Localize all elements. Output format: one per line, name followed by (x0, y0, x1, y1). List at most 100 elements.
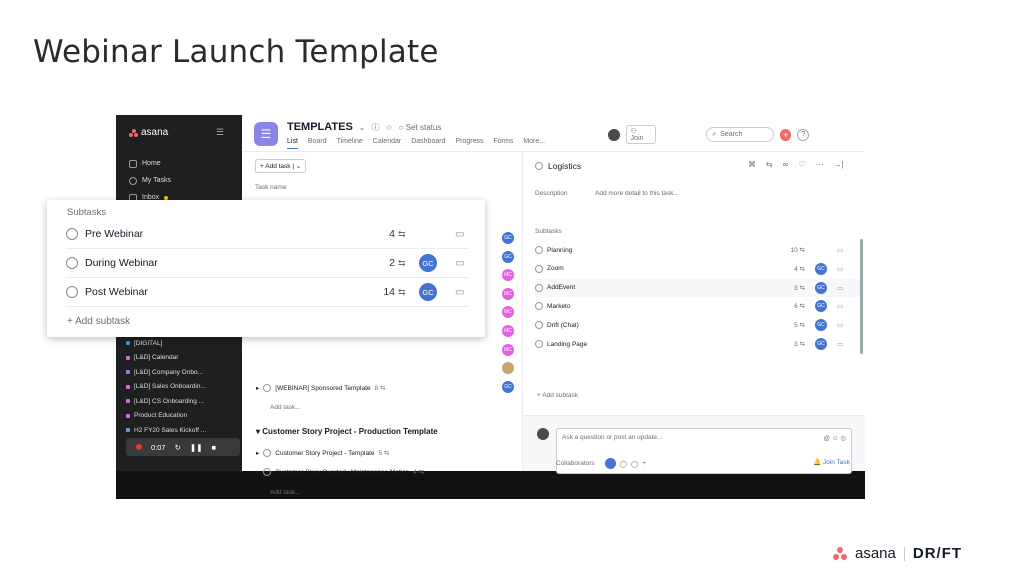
sidebar-item-my-tasks[interactable]: My Tasks (129, 172, 171, 189)
expand-icon[interactable]: ▸ (256, 384, 259, 392)
assignee-avatar[interactable]: MC (502, 324, 514, 337)
assignee-avatar[interactable] (502, 362, 514, 375)
check-icon[interactable] (535, 340, 543, 348)
check-icon[interactable] (535, 264, 543, 273)
tab-dashboard[interactable]: Dashboard (411, 138, 445, 149)
sidebar-item-project[interactable]: Product Education (126, 409, 238, 424)
task-row[interactable]: ▸ [WEBINAR] Sponsored Template 8 ⇆ (256, 384, 385, 392)
join-button[interactable]: ⚇ Join (625, 125, 656, 144)
join-task-button[interactable]: 🔔 Join Task (813, 458, 850, 466)
sidebar-item-project[interactable]: [L&D] Sales Onboardin... (126, 380, 238, 395)
assignee-avatar[interactable]: MC (502, 269, 514, 282)
subtask-row[interactable]: Marketo 6 ⇆ GC ▭ (535, 297, 860, 315)
expand-icon[interactable]: ▸ (256, 449, 259, 457)
subtask-icon[interactable]: ⇆ (766, 160, 773, 169)
replay-icon[interactable]: ↻ (175, 443, 181, 452)
assignee-avatar[interactable]: MC (502, 306, 514, 319)
check-icon[interactable] (263, 468, 272, 476)
info-icon[interactable]: ⓘ (372, 122, 380, 133)
set-status-button[interactable]: ○ Set status (399, 123, 442, 132)
comment-icon[interactable]: ▭ (455, 258, 464, 269)
subtask-row[interactable]: AddEvent 3 ⇆ GC ▭ (535, 278, 860, 297)
quick-add-button[interactable]: + (779, 128, 792, 141)
add-subtask-link[interactable]: + Add subtask (537, 392, 578, 399)
video-controls[interactable]: 0:07 ↻ ❚❚ ■ (126, 438, 240, 456)
check-icon[interactable] (66, 257, 78, 269)
emoji-icon[interactable]: @ ☺ ◎ (823, 434, 846, 442)
tab-forms[interactable]: Forms (493, 138, 513, 149)
tab-board[interactable]: Board (308, 138, 327, 149)
check-icon[interactable] (263, 449, 272, 457)
check-icon[interactable] (535, 246, 543, 254)
task-title[interactable]: Logistics (535, 161, 581, 171)
chevron-down-icon[interactable]: ⌄ (359, 123, 366, 132)
search-input[interactable]: ⌕ Search (706, 127, 774, 142)
star-icon[interactable]: ☆ (386, 123, 393, 132)
task-row[interactable]: ▸ Customer Story Quarterly Maintenance M… (256, 468, 424, 476)
comment-icon[interactable]: ▭ (837, 321, 843, 329)
comment-icon[interactable]: ▭ (837, 246, 843, 254)
assignee-avatar[interactable]: GC (815, 262, 827, 275)
check-icon[interactable] (263, 384, 272, 392)
more-icon[interactable]: ⋯ (816, 160, 824, 169)
avatar[interactable] (608, 128, 620, 141)
assignee-avatar[interactable]: GC (815, 300, 827, 313)
subtask-row[interactable]: Zoom 4 ⇆ GC ▭ (535, 260, 860, 278)
tab-more[interactable]: More... (523, 138, 545, 149)
sidebar-item-project[interactable]: H2 FY20 Sales Kickoff ... (126, 423, 238, 438)
sidebar-item-project[interactable]: [L&D] Calendar (126, 351, 238, 366)
assignee-avatar[interactable]: GC (502, 250, 514, 263)
avatar[interactable] (604, 458, 616, 469)
sidebar-item-project[interactable]: [L&D] CS Onboarding ... (126, 394, 238, 409)
asana-logo[interactable]: asana (129, 127, 168, 138)
comment-icon[interactable]: ▭ (837, 302, 843, 310)
subtask-row[interactable]: Post Webinar 14 ⇆ GC ▭ (66, 278, 468, 307)
assignee-avatar[interactable]: GC (815, 319, 827, 332)
user-icon[interactable]: ◯ (631, 460, 638, 468)
check-icon[interactable] (535, 321, 543, 330)
comment-icon[interactable]: ▭ (837, 340, 843, 348)
assignee-avatar[interactable]: MC (502, 343, 514, 356)
expand-icon[interactable]: ▸ (256, 468, 259, 476)
link-icon[interactable]: ∞ (783, 160, 789, 169)
check-icon[interactable] (66, 286, 78, 298)
add-task-link[interactable]: Add task... (270, 489, 301, 496)
user-icon[interactable]: ◯ (620, 460, 627, 468)
assignee-avatar[interactable]: GC (815, 281, 827, 294)
attachment-icon[interactable]: ⌘ (748, 160, 756, 169)
check-icon[interactable] (66, 228, 78, 240)
assignee-avatar[interactable]: MC (502, 287, 514, 300)
comment-icon[interactable]: ▭ (455, 229, 464, 240)
subtask-row[interactable]: Landing Page 3 ⇆ GC ▭ (535, 335, 860, 353)
check-icon[interactable] (535, 283, 543, 292)
check-icon[interactable] (535, 302, 543, 311)
comment-icon[interactable]: ▭ (455, 287, 464, 298)
tab-progress[interactable]: Progress (455, 138, 483, 149)
assignee-avatar[interactable]: GC (419, 254, 437, 272)
assignee-avatar[interactable]: GC (419, 283, 437, 301)
subtask-row[interactable]: Planning 10 ⇆ ▭ (535, 241, 860, 259)
project-title[interactable]: TEMPLATES (287, 121, 353, 133)
add-collaborator-icon[interactable]: + (642, 460, 646, 467)
assignee-avatar[interactable]: GC (502, 232, 514, 244)
pause-icon[interactable]: ❚❚ (190, 443, 203, 452)
subtask-row[interactable]: During Webinar 2 ⇆ GC ▭ (66, 249, 468, 278)
description-field[interactable]: Add more detail to this task... (595, 190, 679, 197)
sidebar-item-home[interactable]: Home (129, 155, 171, 172)
help-button[interactable]: ? (797, 128, 810, 141)
assignee-avatar[interactable]: GC (502, 380, 514, 393)
add-subtask-button[interactable]: + Add subtask (67, 316, 130, 327)
assignee-avatar[interactable]: GC (815, 338, 827, 350)
close-pane-icon[interactable]: →| (834, 160, 844, 169)
scrollbar[interactable] (860, 239, 863, 354)
section-header[interactable]: ▾ Customer Story Project - Production Te… (256, 427, 438, 436)
like-icon[interactable]: ♡ (798, 160, 805, 169)
check-icon[interactable] (535, 162, 543, 170)
sidebar-item-project[interactable]: [L&D] Company Onbo... (126, 365, 238, 380)
comment-icon[interactable]: ▭ (837, 265, 843, 273)
subtask-row[interactable]: Pre Webinar 4 ⇆ ▭ (66, 220, 468, 249)
tab-list[interactable]: List (287, 138, 298, 149)
sidebar-item-project[interactable]: [DIGITAL] (126, 336, 238, 351)
subtask-row[interactable]: Drift (Chat) 5 ⇆ GC ▭ (535, 316, 860, 334)
tab-calendar[interactable]: Calendar (373, 138, 401, 149)
